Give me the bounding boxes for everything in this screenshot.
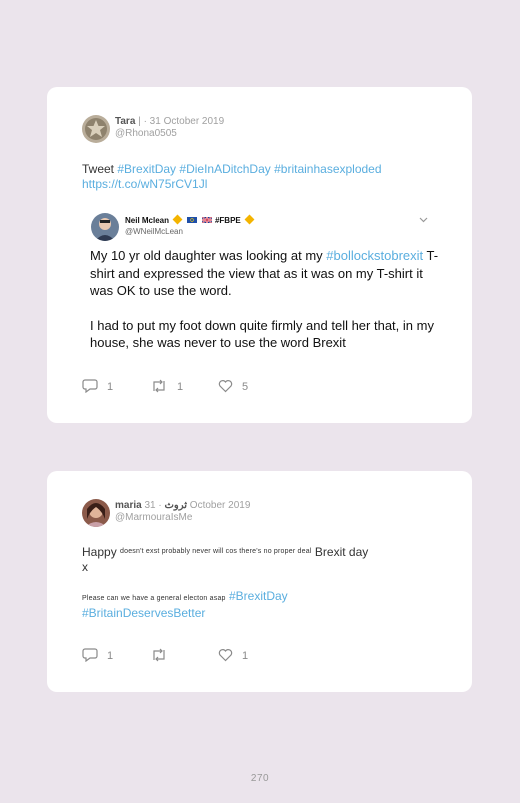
quoted-paragraph-2: I had to put my foot down quite firmly a… [90, 317, 434, 351]
hashtag-link[interactable]: #BrexitDay [229, 589, 288, 603]
tweet-text-part: x [82, 560, 88, 574]
reply-icon [82, 379, 98, 394]
hashtag-link[interactable]: #BritainDeservesBetter [82, 606, 205, 620]
author-handle[interactable]: @Rhona0505 [115, 128, 224, 140]
like-count: 5 [242, 381, 249, 393]
retweet-count: 1 [177, 381, 184, 393]
hashtag-link[interactable]: #DieInADitchDay [179, 162, 270, 176]
reply-action[interactable]: 1 [82, 648, 114, 663]
quoted-text: My 10 yr old daughter was looking at my … [90, 247, 440, 369]
quoted-header: Neil Mclean #FBPE @WNeilMcLean [125, 214, 256, 237]
page-number: 270 [250, 773, 270, 784]
reply-icon [82, 648, 98, 663]
tweet-small-text: Please can we have a general electon asa… [82, 595, 226, 602]
avatar[interactable] [82, 499, 110, 527]
tweet-header: maria ثروث · 31 October 2019 @MarmouraIs… [115, 500, 250, 524]
diamond-icon [244, 214, 255, 225]
retweet-icon [153, 648, 165, 662]
like-action[interactable]: 1 [218, 648, 248, 662]
quoted-author-handle[interactable]: @WNeilMcLean [125, 226, 256, 237]
tweet-text-part: Happy [82, 545, 117, 559]
quoted-tweet[interactable]: Neil Mclean #FBPE @WNeilMcLean My 10 yr … [82, 203, 442, 363]
like-action[interactable]: 5 [218, 379, 248, 393]
author-handle[interactable]: @MarmouraIsMe [115, 512, 250, 524]
avatar[interactable] [82, 115, 110, 143]
retweet-icon [153, 379, 165, 393]
retweet-action[interactable]: 1 [150, 379, 183, 393]
tweet-header: Tara | · 31 October 2019 @Rhona0505 [115, 116, 224, 140]
tweet-text: Happy doesn't exst probably never will c… [82, 544, 442, 575]
like-icon [218, 380, 233, 393]
reply-count: 1 [107, 650, 114, 662]
tweet-text: Tweet #BrexitDay #DieInADitchDay #britai… [82, 162, 442, 192]
quoted-text-part: My 10 yr old daughter was looking at my [90, 248, 323, 263]
eu-flag-icon [187, 217, 198, 223]
author-name[interactable]: maria [115, 500, 142, 511]
retweet-action[interactable] [150, 648, 177, 662]
verified-badge-icon [172, 214, 183, 225]
tweet-text-part: Brexit day [314, 545, 369, 559]
tweet-date[interactable]: · 31 October 2019 [144, 500, 250, 511]
quoted-hashtag[interactable]: #FBPE [215, 216, 241, 225]
tweet-text-prefix: Tweet [82, 162, 115, 176]
hashtag-link[interactable]: #britainhasexploded [274, 162, 381, 176]
tweet-card-1: Tara | · 31 October 2019 @Rhona0505 Twee… [47, 87, 472, 423]
quoted-paragraph-1: My 10 yr old daughter was looking at my … [90, 247, 440, 300]
like-icon [218, 649, 233, 662]
quoted-author-name[interactable]: Neil Mclean [125, 216, 169, 225]
tweet-card-2: maria ثروث · 31 October 2019 @MarmouraIs… [47, 471, 472, 692]
quoted-avatar[interactable] [91, 213, 119, 241]
tweet-date[interactable]: · 31 October 2019 [144, 116, 225, 127]
tweet-small-text: doesn't exst probably never will cos the… [120, 548, 312, 555]
hashtag-link[interactable]: #BrexitDay [117, 162, 176, 176]
hashtag-link[interactable]: #bollockstobrexit [326, 248, 423, 263]
reply-count: 1 [107, 381, 114, 393]
reply-action[interactable]: 1 [82, 379, 114, 394]
name-separator: | [138, 116, 141, 127]
tweet-url-link[interactable]: https://t.co/wN75rCV1Jl [82, 177, 207, 191]
author-name-arabic[interactable]: ثروث [164, 500, 187, 511]
tweet-text-2: Please can we have a general electon asa… [82, 589, 442, 621]
author-name[interactable]: Tara [115, 116, 135, 127]
uk-flag-icon [201, 217, 212, 223]
like-count: 1 [242, 650, 249, 662]
chevron-down-icon[interactable] [419, 215, 428, 225]
